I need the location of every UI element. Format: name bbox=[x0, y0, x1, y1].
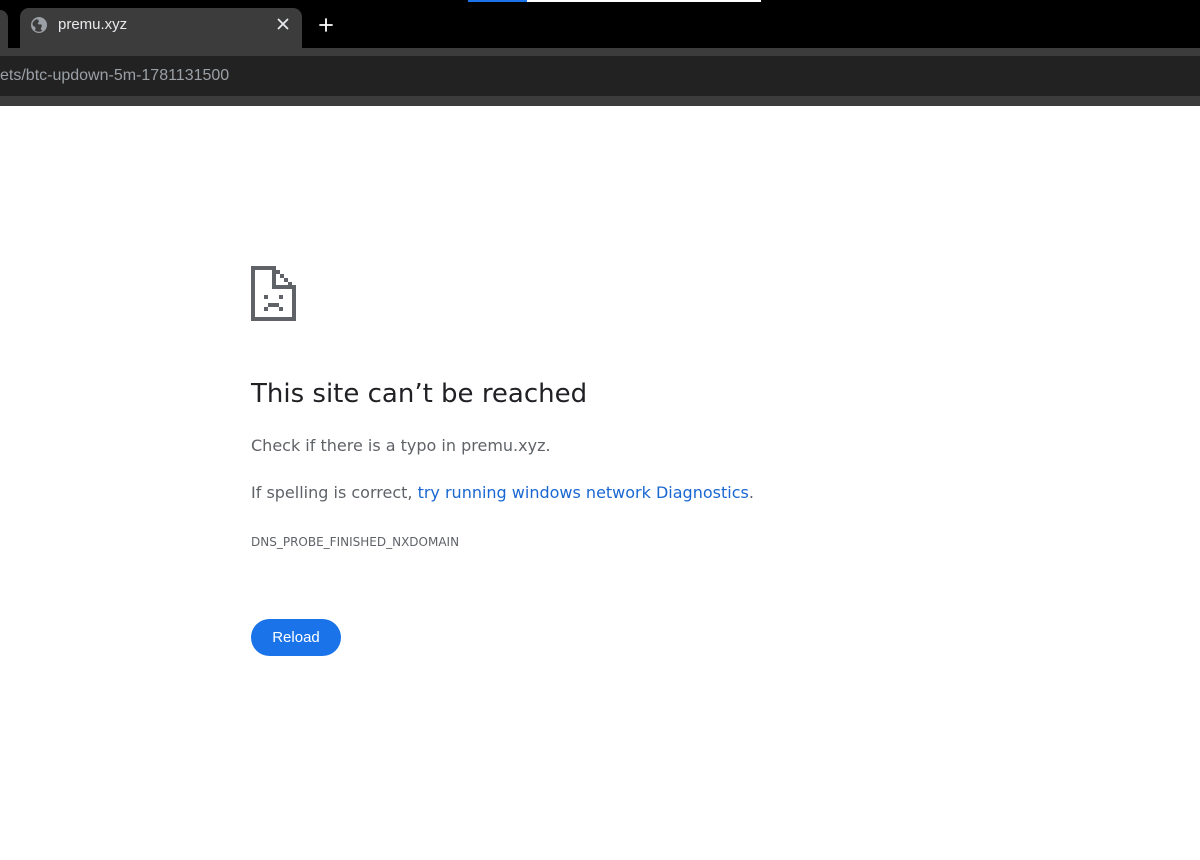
tab-active[interactable]: premu.xyz bbox=[20, 8, 302, 48]
reload-button[interactable]: Reload bbox=[251, 619, 341, 656]
loading-progress-bar bbox=[468, 0, 761, 2]
previous-tab-edge[interactable] bbox=[0, 10, 8, 48]
error-heading: This site can’t be reached bbox=[251, 379, 588, 409]
typo-hint: Check if there is a typo in premu.xyz. bbox=[251, 436, 551, 455]
spelling-hint-prefix: If spelling is correct, bbox=[251, 483, 418, 502]
plus-icon[interactable] bbox=[313, 13, 339, 37]
diagnostics-link[interactable]: try running windows network Diagnostics bbox=[418, 483, 749, 502]
loading-progress-fill bbox=[468, 0, 527, 2]
error-code: DNS_PROBE_FINISHED_NXDOMAIN bbox=[251, 535, 460, 549]
close-icon[interactable] bbox=[272, 13, 294, 35]
sad-page-icon bbox=[251, 266, 296, 321]
browser-toolbar: ets/btc-updown-5m-1781131500 bbox=[0, 48, 1200, 106]
spelling-hint: If spelling is correct, try running wind… bbox=[251, 483, 754, 503]
tab-title: premu.xyz bbox=[58, 16, 128, 33]
spelling-hint-suffix: . bbox=[748, 483, 754, 502]
address-bar[interactable]: ets/btc-updown-5m-1781131500 bbox=[0, 56, 1200, 96]
tab-strip: premu.xyz bbox=[0, 0, 1200, 48]
globe-icon bbox=[30, 16, 48, 34]
address-url[interactable]: ets/btc-updown-5m-1781131500 bbox=[0, 66, 229, 86]
